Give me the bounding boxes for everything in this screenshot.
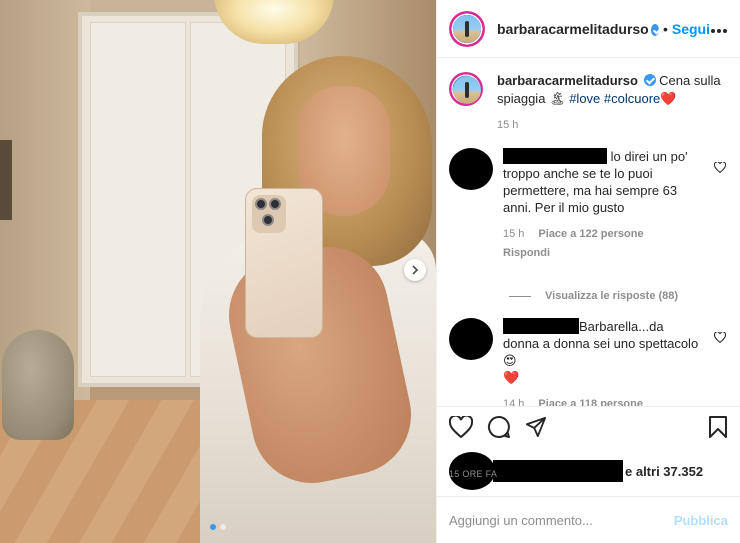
comment-input[interactable] xyxy=(449,512,674,528)
header-username[interactable]: barbaracarmelitadurso xyxy=(497,21,649,37)
caption: barbaracarmelitadurso Cena sulla spiaggi… xyxy=(449,72,728,134)
share-send-icon[interactable] xyxy=(525,416,547,443)
caption-username[interactable]: barbaracarmelitadurso xyxy=(497,73,638,88)
publish-button[interactable]: Pubblica xyxy=(674,513,728,528)
post-time-ago: 15 ORE FA xyxy=(449,469,498,479)
comment-text: lo direi un po' xyxy=(610,149,688,164)
caption-hashtags[interactable]: #love #colcuore xyxy=(569,91,660,106)
comment-like-heart-icon[interactable] xyxy=(713,160,727,178)
chevron-right-icon xyxy=(412,265,419,275)
likes-count[interactable]: e altri 37.352 xyxy=(625,464,703,479)
comment-item: Barbarella...da donna a donna sei uno sp… xyxy=(449,318,728,406)
verified-badge-icon xyxy=(650,23,659,36)
comments-list[interactable]: barbaracarmelitadurso Cena sulla spiaggi… xyxy=(437,58,740,406)
comment-likes[interactable]: Piace a 118 persone xyxy=(538,396,643,406)
carousel-dots xyxy=(0,524,436,530)
redacted-avatar xyxy=(449,318,493,360)
comment-item: lo direi un po' troppo anche se te lo pu… xyxy=(449,148,728,262)
avatar[interactable] xyxy=(449,10,485,47)
comment-bubble-icon[interactable] xyxy=(487,415,511,444)
verified-badge-icon xyxy=(643,74,656,86)
caption-time: 15 h xyxy=(497,119,519,131)
post-header: barbaracarmelitadurso • Segui xyxy=(437,0,740,58)
photo-plush-elephant xyxy=(2,330,74,440)
redacted-avatar xyxy=(449,148,493,190)
comment-heart-emoji: ❤️ xyxy=(503,370,520,385)
redacted-username xyxy=(503,318,579,334)
follow-button[interactable]: Segui xyxy=(672,21,710,37)
comment-text-rest: troppo anche se te lo puoi permettere, m… xyxy=(503,166,678,215)
carousel-dot-active xyxy=(210,524,216,530)
photo-smartphone xyxy=(245,188,323,338)
comment-composer: Pubblica xyxy=(437,496,740,543)
post-photo[interactable] xyxy=(0,0,436,543)
like-heart-icon[interactable] xyxy=(448,414,474,443)
heart-emoji: ❤️ xyxy=(660,91,677,106)
redacted-username xyxy=(503,148,607,164)
action-bar: e altri 37.352 15 ORE FA xyxy=(437,406,740,490)
comment-like-heart-icon[interactable] xyxy=(713,330,727,348)
carousel-next-button[interactable] xyxy=(404,259,426,281)
carousel-dot xyxy=(220,524,226,530)
post-panel: barbaracarmelitadurso • Segui barbaracar… xyxy=(436,0,740,543)
caption-avatar[interactable] xyxy=(449,72,483,106)
comment-time: 15 h xyxy=(503,228,525,240)
bookmark-icon[interactable] xyxy=(708,415,728,444)
header-separator: • xyxy=(662,20,668,37)
view-replies-link[interactable]: Visualizza le risposte (88) xyxy=(509,290,728,302)
island-emoji: 🏝 xyxy=(549,91,566,106)
comment-likes[interactable]: Piace a 122 persone xyxy=(538,226,643,243)
reply-button[interactable]: Rispondi xyxy=(503,245,703,262)
more-options-icon[interactable] xyxy=(710,18,728,39)
comment-time: 14 h xyxy=(503,398,525,406)
photo-frame xyxy=(0,140,12,220)
redacted-liker-name xyxy=(493,460,623,482)
instagram-post: barbaracarmelitadurso • Segui barbaracar… xyxy=(0,0,740,543)
